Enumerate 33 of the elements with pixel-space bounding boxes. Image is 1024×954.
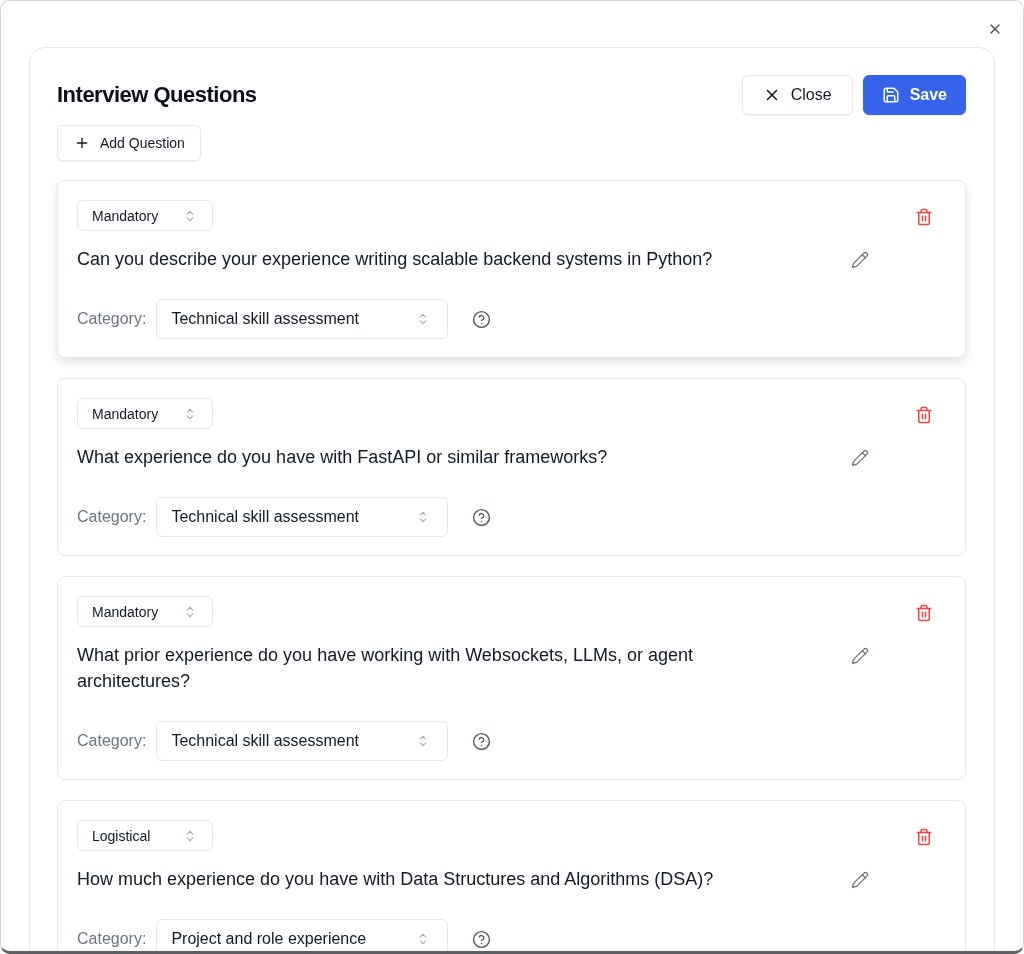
dialog-title: Interview Questions xyxy=(57,82,257,108)
pencil-icon[interactable] xyxy=(851,871,869,889)
category-label: Category: xyxy=(77,930,147,948)
help-icon[interactable] xyxy=(472,731,492,751)
category-label: Category: xyxy=(77,310,147,328)
trash-icon[interactable] xyxy=(915,828,933,846)
pencil-icon[interactable] xyxy=(851,449,869,467)
category-select[interactable]: Technical skill assessment xyxy=(156,497,449,537)
plus-icon xyxy=(74,135,90,151)
category-select[interactable]: Project and role experience xyxy=(156,919,449,951)
help-icon[interactable] xyxy=(472,507,492,527)
trash-icon[interactable] xyxy=(915,604,933,622)
trash-icon[interactable] xyxy=(915,406,933,424)
add-question-button[interactable]: Add Question xyxy=(57,125,201,161)
priority-select[interactable]: Mandatory xyxy=(77,398,213,429)
priority-select[interactable]: Mandatory xyxy=(77,200,213,231)
question-text: Can you describe your experience writing scalable backend systems in Python? xyxy=(77,248,713,271)
question-text: What prior experience do you have working with Websockets, LLMs, or agent architectures? xyxy=(77,644,694,693)
category-select[interactable]: Technical skill assessment xyxy=(156,721,449,761)
category-label: Category: xyxy=(77,508,147,526)
pencil-icon[interactable] xyxy=(851,647,869,665)
question-text: How much experience do you have with Data Structures and Algorithms (DSA)? xyxy=(77,868,714,891)
category-label: Category: xyxy=(77,732,147,750)
help-icon[interactable] xyxy=(472,309,492,329)
pencil-icon[interactable] xyxy=(851,251,869,269)
help-icon[interactable] xyxy=(472,929,492,949)
save-button[interactable]: Save xyxy=(862,75,966,115)
close-button[interactable]: Close xyxy=(741,75,853,115)
trash-icon[interactable] xyxy=(915,208,933,226)
question-text: What experience do you have with FastAPI or similar frameworks? xyxy=(77,446,608,469)
priority-select[interactable]: Mandatory xyxy=(77,596,213,627)
priority-select[interactable]: Logistical xyxy=(77,820,213,851)
category-select[interactable]: Technical skill assessment xyxy=(156,299,449,339)
